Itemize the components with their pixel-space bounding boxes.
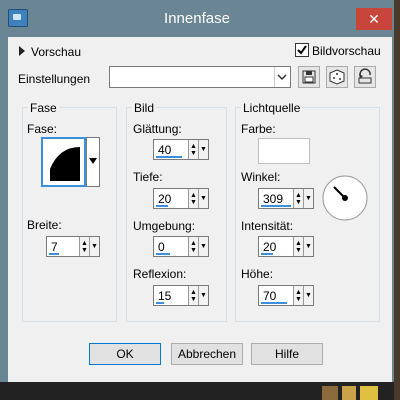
spin-arrows-icon[interactable]: ▲ ▼ — [188, 140, 198, 159]
tiefe-label: Tiefe: — [133, 170, 163, 184]
dialog-window: Innenfase ✕ Vorschau Bildvorschau Einste… — [0, 0, 394, 382]
reset-preset-button[interactable] — [354, 66, 376, 88]
angle-dial-icon — [322, 175, 368, 221]
umgebung-spinbox[interactable]: 0 ▲ ▼ ▼ — [153, 236, 209, 257]
fase-group-title: Fase — [28, 101, 59, 115]
winkel-spinbox[interactable]: 309 ▲ ▼ ▼ — [258, 188, 314, 209]
close-button[interactable]: ✕ — [356, 8, 392, 30]
random-preset-button[interactable] — [326, 66, 348, 88]
farbe-label: Farbe: — [241, 122, 276, 136]
triangle-down-icon — [89, 158, 97, 164]
chevron-down-icon[interactable] — [274, 67, 290, 87]
hoehe-label: Höhe: — [241, 267, 274, 281]
spin-arrows-icon[interactable]: ▲ ▼ — [293, 286, 303, 305]
dialog-client-area: Vorschau Bildvorschau Einstellungen Fase… — [8, 37, 392, 382]
bildvorschau-label: Bildvorschau — [312, 44, 381, 58]
spin-arrows-icon[interactable]: ▲ ▼ — [188, 237, 198, 256]
spin-arrows-icon[interactable]: ▲ ▼ — [79, 237, 89, 256]
title-bar[interactable]: Innenfase ✕ — [0, 0, 394, 37]
vorschau-label: Vorschau — [31, 45, 82, 59]
breite-label: Breite: — [27, 218, 62, 232]
triangle-down-icon[interactable]: ▼ — [303, 189, 313, 208]
triangle-down-icon[interactable]: ▼ — [89, 237, 99, 256]
intensitaet-spinbox[interactable]: 20 ▲ ▼ ▼ — [258, 236, 314, 257]
triangle-down-icon[interactable]: ▼ — [303, 286, 313, 305]
checkbox-checked-icon — [295, 43, 309, 57]
umgebung-label: Umgebung: — [133, 219, 196, 233]
triangle-down-icon[interactable]: ▼ — [303, 237, 313, 256]
winkel-label: Winkel: — [241, 170, 281, 184]
bild-group-title: Bild — [132, 101, 157, 115]
hilfe-button[interactable]: Hilfe — [251, 343, 323, 365]
reset-icon — [358, 68, 372, 84]
einstellungen-label: Einstellungen — [18, 72, 91, 86]
dice-icon — [329, 69, 345, 85]
lichtquelle-group-title: Lichtquelle — [241, 101, 303, 115]
fase-shape-swatch[interactable] — [41, 137, 86, 187]
spin-arrows-icon[interactable]: ▲ ▼ — [293, 237, 303, 256]
save-preset-button[interactable] — [298, 66, 320, 88]
abbrechen-button[interactable]: Abbrechen — [171, 343, 243, 365]
farbe-swatch[interactable] — [258, 138, 310, 164]
einstellungen-select[interactable] — [109, 66, 291, 88]
triangle-down-icon[interactable]: ▼ — [198, 189, 208, 208]
intensitaet-label: Intensität: — [241, 219, 294, 233]
ok-button[interactable]: OK — [89, 343, 161, 365]
fase-label: Fase: — [27, 122, 58, 136]
floppy-disk-icon — [302, 70, 316, 84]
reflexion-label: Reflexion: — [133, 267, 187, 281]
window-title: Innenfase — [164, 10, 230, 27]
triangle-down-icon[interactable]: ▼ — [198, 140, 208, 159]
spin-arrows-icon[interactable]: ▲ ▼ — [188, 286, 198, 305]
breite-spinbox[interactable]: 7 ▲ ▼ ▼ — [46, 236, 100, 257]
fase-shape-dropdown[interactable] — [86, 137, 100, 187]
winkel-dial[interactable] — [321, 174, 369, 222]
hoehe-spinbox[interactable]: 70 ▲ ▼ ▼ — [258, 285, 314, 306]
tiefe-spinbox[interactable]: 20 ▲ ▼ ▼ — [153, 188, 209, 209]
glaettung-spinbox[interactable]: 40 ▲ ▼ ▼ — [153, 139, 209, 160]
spin-arrows-icon[interactable]: ▲ ▼ — [188, 189, 198, 208]
background-strip — [0, 382, 394, 400]
glaettung-label: Glättung: — [133, 122, 182, 136]
triangle-down-icon[interactable]: ▼ — [198, 286, 208, 305]
reflexion-spinbox[interactable]: 15 ▲ ▼ ▼ — [153, 285, 209, 306]
triangle-down-icon[interactable]: ▼ — [198, 237, 208, 256]
bevel-shape-icon — [50, 147, 80, 181]
spin-arrows-icon[interactable]: ▲ ▼ — [293, 189, 303, 208]
triangle-right-icon — [19, 46, 25, 56]
background-edge — [394, 0, 400, 400]
